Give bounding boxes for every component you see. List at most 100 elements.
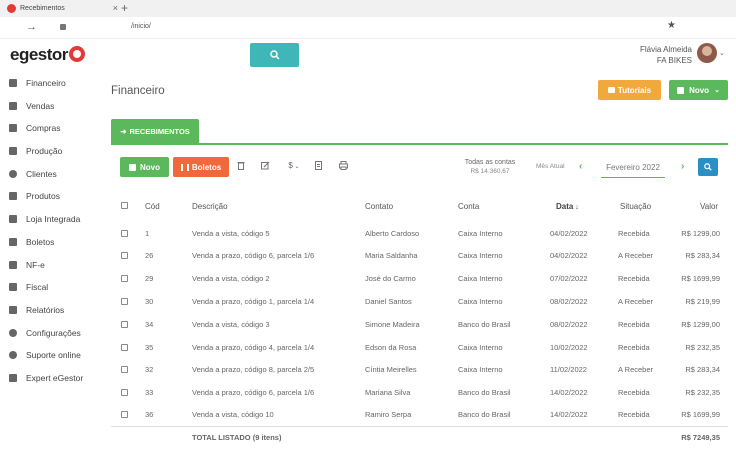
chevron-down-icon[interactable]: ⌄: [719, 49, 725, 57]
select-all-checkbox[interactable]: [121, 202, 128, 209]
table-row[interactable]: 26 Venda a prazo, código 6, parcela 1/6 …: [111, 245, 728, 267]
cell-cod: 32: [145, 365, 154, 374]
forward-icon[interactable]: →: [26, 21, 37, 33]
close-tab-icon[interactable]: ×: [113, 3, 118, 13]
row-checkbox[interactable]: [121, 366, 128, 373]
cell-valor: R$ 232,35: [685, 343, 720, 352]
table-row[interactable]: 1 Venda a vista, código 5 Alberto Cardos…: [111, 223, 728, 245]
cell-contato: José do Carmo: [365, 274, 416, 283]
tab-recebimentos[interactable]: ➜ RECEBIMENTOS: [111, 119, 199, 143]
month-picker[interactable]: Fevereiro 2022: [601, 158, 665, 178]
global-search-button[interactable]: [250, 43, 299, 67]
support-icon: [9, 351, 17, 359]
column-header-conta[interactable]: Conta: [458, 202, 479, 211]
novo-top-label: Novo: [689, 85, 710, 95]
next-month-icon[interactable]: ›: [681, 161, 684, 172]
column-header-contato[interactable]: Contato: [365, 202, 393, 211]
sidebar-item-label: NF-e: [26, 260, 45, 270]
page-title: Financeiro: [111, 85, 165, 97]
cell-contato: Mariana Silva: [365, 388, 411, 397]
search-icon: [269, 50, 280, 60]
tab-underline: [111, 143, 728, 145]
user-info[interactable]: Flávia Almeida FA BIKES: [640, 44, 692, 66]
column-header-descricao[interactable]: Descrição: [192, 202, 228, 211]
row-checkbox[interactable]: [121, 389, 128, 396]
sidebar-item-boletos[interactable]: Boletos: [0, 233, 100, 251]
prev-month-icon[interactable]: ‹: [579, 161, 582, 172]
column-header-valor[interactable]: Valor: [700, 202, 718, 211]
search-icon: [704, 163, 712, 171]
cell-situacao: Recebida: [618, 229, 650, 238]
sidebar-item-configuracoes[interactable]: Configurações: [0, 324, 100, 342]
plus-square-icon: [129, 163, 136, 171]
cell-conta: Caixa Interno: [458, 251, 503, 260]
column-header-situacao[interactable]: Situação: [620, 202, 651, 211]
print-icon[interactable]: [338, 161, 348, 172]
table-row[interactable]: 36 Venda a vista, código 10 Ramiro Serpa…: [111, 404, 728, 426]
sidebar-item-nfe[interactable]: NF-e: [0, 256, 100, 274]
new-tab-button[interactable]: +: [121, 1, 128, 15]
table-row[interactable]: 30 Venda a prazo, código 1, parcela 1/4 …: [111, 291, 728, 313]
table-row[interactable]: 34 Venda a vista, código 3 Simone Madeir…: [111, 314, 728, 336]
sidebar-item-relatorios[interactable]: Relatórios: [0, 301, 100, 319]
sidebar-item-clientes[interactable]: Clientes: [0, 165, 100, 183]
sort-desc-icon: ↓: [573, 204, 579, 211]
table-row[interactable]: 32 Venda a prazo, código 8, parcela 2/5 …: [111, 359, 728, 381]
factory-icon: [9, 147, 17, 155]
sidebar-item-fiscal[interactable]: Fiscal: [0, 278, 100, 296]
novo-button[interactable]: Novo: [120, 157, 169, 177]
cell-situacao: Recebida: [618, 274, 650, 283]
sidebar-item-vendas[interactable]: Vendas: [0, 97, 100, 115]
sidebar-item-expert[interactable]: Expert eGestor: [0, 369, 100, 387]
sidebar-item-loja-integrada[interactable]: Loja Integrada: [0, 210, 100, 228]
row-checkbox[interactable]: [121, 252, 128, 259]
mes-atual-link[interactable]: Mês Atual: [536, 163, 565, 170]
boletos-button[interactable]: Boletos: [173, 157, 229, 177]
cell-cod: 1: [145, 229, 150, 238]
tutoriais-button[interactable]: Tutoriais: [598, 80, 661, 100]
sidebar-item-suporte[interactable]: Suporte online: [0, 346, 100, 364]
table-row[interactable]: 29 Venda a vista, código 2 José do Carmo…: [111, 268, 728, 290]
cell-contato: Alberto Cardoso: [365, 229, 420, 238]
sidebar-item-producao[interactable]: Produção: [0, 142, 100, 160]
url-field[interactable]: /inicio/: [131, 23, 151, 30]
logo-text: egestor: [10, 45, 68, 64]
filter-search-button[interactable]: [698, 158, 718, 176]
sign-in-icon: ➜: [120, 126, 127, 136]
cell-contato: Maria Saldanha: [365, 251, 418, 260]
edit-icon[interactable]: [260, 161, 270, 172]
row-checkbox[interactable]: [121, 275, 128, 282]
cell-data: 10/02/2022: [550, 343, 588, 352]
cell-valor: R$ 219,99: [685, 297, 720, 306]
avatar[interactable]: [697, 43, 717, 63]
cell-conta: Caixa Interno: [458, 365, 503, 374]
row-checkbox[interactable]: [121, 321, 128, 328]
sidebar-item-produtos[interactable]: Produtos: [0, 187, 100, 205]
cell-cod: 26: [145, 251, 154, 260]
barcode-icon: [180, 163, 189, 171]
cell-conta: Banco do Brasil: [458, 388, 511, 397]
sidebar-item-label: Vendas: [26, 101, 55, 111]
table-row[interactable]: 33 Venda a prazo, código 6, parcela 1/6 …: [111, 382, 728, 404]
cell-contato: Daniel Santos: [365, 297, 412, 306]
column-header-cod[interactable]: Cód: [145, 202, 160, 211]
trash-icon[interactable]: [236, 161, 246, 172]
sidebar-item-financeiro[interactable]: Financeiro: [0, 74, 100, 92]
totals-label: Todas as contas: [464, 159, 516, 166]
table-row[interactable]: 35 Venda a prazo, código 4, parcela 1/4 …: [111, 337, 728, 359]
currency-menu-button[interactable]: $ ⌄: [286, 161, 302, 172]
sidebar-item-compras[interactable]: Compras: [0, 119, 100, 137]
row-checkbox[interactable]: [121, 411, 128, 418]
cell-contato: Edson da Rosa: [365, 343, 417, 352]
column-header-data[interactable]: Data ↓: [556, 202, 579, 211]
row-checkbox[interactable]: [121, 344, 128, 351]
row-checkbox[interactable]: [121, 230, 128, 237]
document-icon[interactable]: [313, 161, 323, 172]
browser-tab[interactable]: Recebimentos ×: [2, 0, 126, 17]
user-name: Flávia Almeida: [639, 45, 692, 54]
cell-valor: R$ 232,35: [685, 388, 720, 397]
row-checkbox[interactable]: [121, 298, 128, 305]
bookmark-star-icon[interactable]: ★: [667, 20, 676, 31]
egestor-logo[interactable]: egestor: [10, 45, 85, 65]
novo-dropdown-button[interactable]: Novo ⌄: [669, 80, 728, 100]
